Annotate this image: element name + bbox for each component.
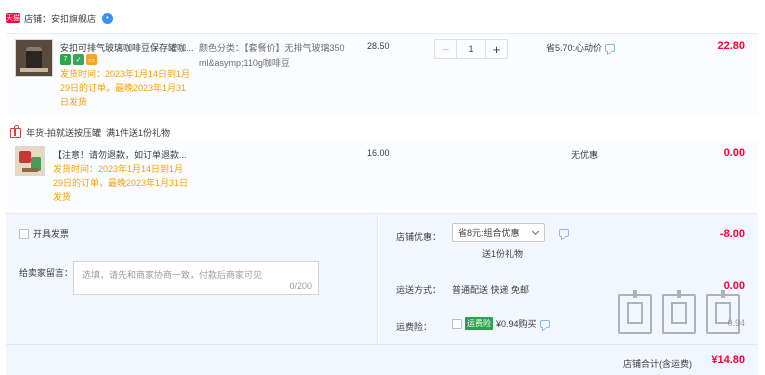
chat-bubble-icon[interactable]: • (102, 12, 114, 24)
gift-thumbnail[interactable] (15, 146, 45, 176)
credit-card-icon: ▭ (86, 54, 97, 65)
gift-promo-rule: 满1件送1份礼物 (106, 128, 171, 138)
unit-price: 28.50 (367, 41, 390, 51)
shield-icon: ✓ (73, 54, 84, 65)
shop-discount-select[interactable]: 省8元:组合优惠 (452, 223, 545, 242)
insurance-info-icon[interactable] (539, 319, 550, 328)
gift-item: 【注意！请勿退款，如订单退款... 发货时间：2023年1月14日到1月29日的… (6, 140, 758, 210)
shop-discount-label: 店铺优惠： (396, 232, 442, 242)
shipping-method: 普通配送 快递 免邮 (452, 285, 530, 295)
item-discount: 省5.70:心动价 (546, 41, 616, 54)
service-badges: 7 ✓ ▭ (60, 54, 97, 65)
tmall-badge-icon: 天猫 (6, 13, 20, 23)
buyer-options-panel: 开具发票 给卖家留言： 选填，请先和商家协商一致，付款后商家可见 0/200 (6, 214, 378, 344)
message-char-count: 0/200 (289, 281, 312, 291)
increment-button[interactable]: + (485, 40, 507, 58)
invoice-option[interactable]: 开具发票 (19, 227, 69, 240)
gift-promo-header: 年货-拍就送按压罐 满1件送1份礼物 (10, 124, 171, 139)
insurance-checkbox[interactable] (452, 318, 462, 329)
gift-title[interactable]: 【注意！请勿退款，如订单退款... (53, 148, 203, 161)
shop-total-amount: ¥14.80 (711, 354, 745, 366)
quantity-stepper: − 1 + (434, 39, 508, 59)
discount-text: 省5.70:心动价 (546, 43, 603, 53)
chevron-down-icon (531, 227, 540, 236)
seller-message-field[interactable]: 选填，请先和商家协商一致，付款后商家可见 0/200 (73, 261, 319, 295)
insurance-price: ¥0.94购买 (496, 319, 537, 329)
decrement-button[interactable]: − (435, 40, 457, 58)
gift-subtotal: 0.00 (723, 147, 745, 159)
insurance-label: 运费险： (396, 322, 433, 332)
message-label: 给卖家留言： (19, 268, 74, 278)
shop-discount-amount: -8.00 (719, 228, 745, 240)
invoice-label[interactable]: 开具发票 (33, 227, 69, 240)
insurance-option[interactable]: 运费险 ¥0.94购买 (452, 317, 550, 330)
message-placeholder: 选填，请先和商家协商一致，付款后商家可见 (82, 270, 263, 280)
product-title[interactable]: 安扣可排气玻璃咖啡豆保存罐咖... (60, 41, 204, 54)
shop-discount-value: 省8元:组合优惠 (458, 228, 520, 238)
gift-shipping-note: 发货时间：2023年1月14日到1月29日的订单，最晚2023年1月31日发货 (53, 164, 189, 202)
gift-promo-label: 年货-拍就送按压罐 (26, 128, 101, 138)
item-subtotal: 22.80 (717, 40, 745, 52)
shop-total-row: 店铺合计(含运费) ¥14.80 (6, 344, 758, 375)
shipping-label: 运送方式： (396, 285, 442, 295)
gift-discount: 无优惠 (571, 150, 599, 160)
info-chat-icon[interactable] (605, 43, 616, 52)
shop-header: 天猫 店铺：安扣旗舰店 • (6, 10, 114, 26)
gift-icon (10, 124, 21, 138)
insurance-tag: 运费险 (465, 317, 493, 330)
watermark-logo (615, 290, 743, 336)
invoice-checkbox[interactable] (19, 228, 29, 239)
order-item: 安扣可排气玻璃咖啡豆保存罐咖... 7 ✓ ▭ 发货时间：2023年1月14日到… (6, 33, 758, 116)
gift-unit-price: 16.00 (367, 148, 390, 158)
shipping-note: 发货时间：2023年1月14日到1月29日的订单，最晚2023年1月31日发货 (60, 69, 191, 107)
quantity-input[interactable]: 1 (457, 40, 485, 58)
shop-name[interactable]: 店铺：安扣旗舰店 (24, 12, 96, 25)
seven-day-return-icon: 7 (60, 54, 71, 65)
shop-total-label: 店铺合计(含运费) (623, 359, 692, 369)
shop-discount-gift: 送1份礼物 (482, 249, 524, 259)
product-spec: 颜色分类：【套餐价】无排气玻璃350ml&asymp;110g咖啡豆 (199, 43, 345, 68)
product-thumbnail[interactable] (15, 39, 53, 77)
discount-info-icon[interactable] (559, 229, 569, 237)
